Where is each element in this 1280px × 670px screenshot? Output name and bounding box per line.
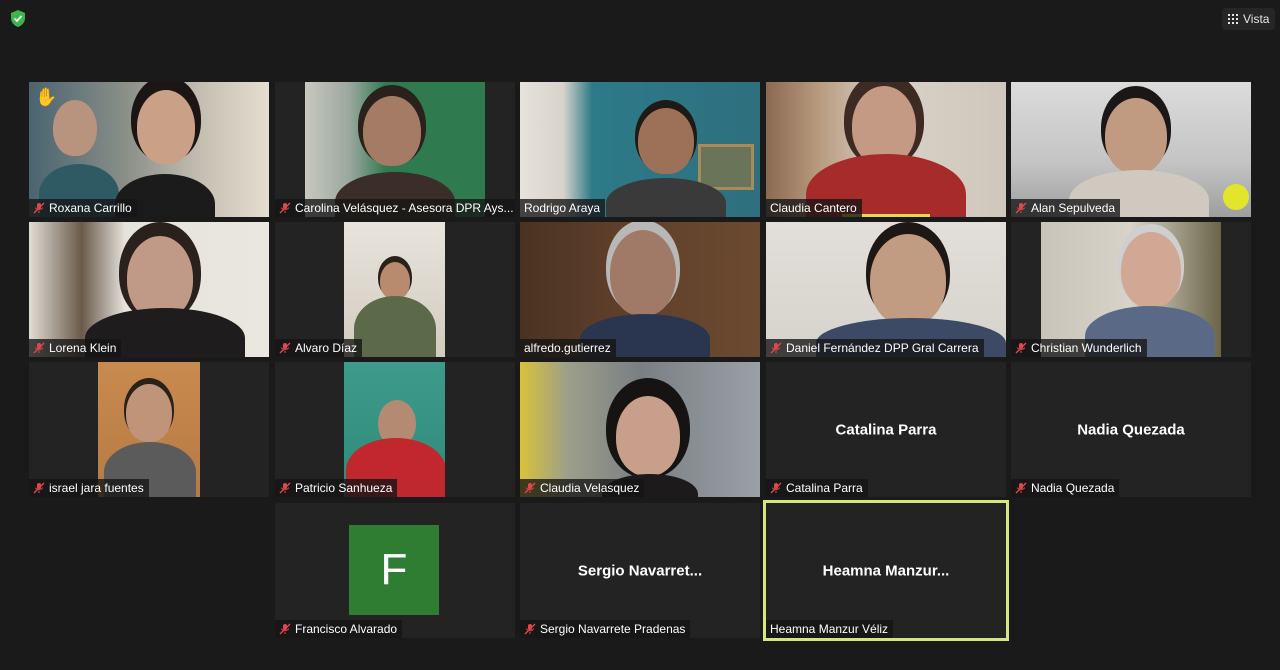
- muted-mic-icon: [1015, 202, 1027, 214]
- participant-video: [1011, 82, 1251, 217]
- participant-tile[interactable]: Alan Sepulveda: [1011, 82, 1251, 217]
- participant-name-label: Christian Wunderlich: [1011, 339, 1147, 357]
- muted-mic-icon: [770, 482, 782, 494]
- participant-name: Catalina Parra: [786, 481, 863, 495]
- participant-name: Carolina Velásquez - Asesora DPR Ays...: [295, 201, 514, 215]
- participant-video: [29, 222, 269, 357]
- participant-video: [29, 82, 269, 217]
- participant-tile[interactable]: Alvaro Díaz: [275, 222, 515, 357]
- participant-tile[interactable]: Catalina Parra Catalina Parra: [766, 362, 1006, 497]
- muted-mic-icon: [1015, 482, 1027, 494]
- top-bar: Vista: [0, 0, 1280, 36]
- participant-name-label: Lorena Klein: [29, 339, 122, 357]
- participant-video: [98, 362, 200, 497]
- participant-name-label: alfredo.gutierrez: [520, 339, 616, 357]
- participant-video: [344, 362, 445, 497]
- muted-mic-icon: [524, 482, 536, 494]
- participant-tile[interactable]: Nadia Quezada Nadia Quezada: [1011, 362, 1251, 497]
- participant-name-label: israel jara fuentes: [29, 479, 149, 497]
- participant-tile[interactable]: israel jara fuentes: [29, 362, 269, 497]
- muted-mic-icon: [279, 482, 291, 494]
- participant-video: [1041, 222, 1221, 357]
- participant-tile[interactable]: Lorena Klein: [29, 222, 269, 357]
- participant-name: Patricio Sanhueza: [295, 481, 393, 495]
- participant-tile[interactable]: Carolina Velásquez - Asesora DPR Ays...: [275, 82, 515, 217]
- muted-mic-icon: [770, 342, 782, 354]
- muted-mic-icon: [524, 623, 536, 635]
- muted-mic-icon: [33, 202, 45, 214]
- muted-mic-icon: [33, 342, 45, 354]
- participant-name: Alan Sepulveda: [1031, 201, 1116, 215]
- participant-name-label: Roxana Carrillo: [29, 199, 137, 217]
- participant-tile[interactable]: Claudia Velasquez: [520, 362, 760, 497]
- muted-mic-icon: [1015, 342, 1027, 354]
- participant-name-label: Patricio Sanhueza: [275, 479, 398, 497]
- participant-name: Claudia Cantero: [770, 201, 857, 215]
- shield-check-icon[interactable]: [10, 10, 26, 27]
- participant-name-label: Alan Sepulveda: [1011, 199, 1121, 217]
- participant-tile[interactable]: Sergio Navarret... Sergio Navarrete Prad…: [520, 503, 760, 638]
- participant-avatar: F: [349, 525, 439, 615]
- participant-name-label: Claudia Cantero: [766, 199, 862, 217]
- participant-tile[interactable]: F Francisco Alvarado: [275, 503, 515, 638]
- participant-name-label: Nadia Quezada: [1011, 479, 1120, 497]
- participant-name: alfredo.gutierrez: [524, 341, 611, 355]
- view-button[interactable]: Vista: [1222, 8, 1276, 30]
- participant-name-label: Alvaro Díaz: [275, 339, 363, 357]
- participant-name: Christian Wunderlich: [1031, 341, 1142, 355]
- participant-name: israel jara fuentes: [49, 481, 144, 495]
- participant-video: [344, 222, 445, 357]
- participant-tile[interactable]: Christian Wunderlich: [1011, 222, 1251, 357]
- participant-display-name: Catalina Parra: [835, 421, 937, 438]
- participant-tile[interactable]: Claudia Cantero: [766, 82, 1006, 217]
- participant-name-label: Heamna Manzur Véliz: [766, 620, 894, 638]
- participant-video: [520, 362, 760, 497]
- participant-video: [766, 222, 1006, 357]
- participant-name-label: Francisco Alvarado: [275, 620, 403, 638]
- participant-display-name: Sergio Navarret...: [577, 562, 703, 579]
- participant-name: Roxana Carrillo: [49, 201, 132, 215]
- participant-name: Francisco Alvarado: [295, 622, 398, 636]
- participant-name: Rodrigo Araya: [524, 201, 601, 215]
- participant-name: Nadia Quezada: [1031, 481, 1115, 495]
- participant-video: [766, 82, 1006, 217]
- participant-name-label: Claudia Velasquez: [520, 479, 645, 497]
- participant-tile[interactable]: Daniel Fernández DPP Gral Carrera: [766, 222, 1006, 357]
- participant-tile[interactable]: alfredo.gutierrez: [520, 222, 760, 357]
- participant-name: Daniel Fernández DPP Gral Carrera: [786, 341, 979, 355]
- muted-mic-icon: [279, 342, 291, 354]
- raised-hand-icon: ✋: [35, 87, 58, 107]
- participant-name-label: Rodrigo Araya: [520, 199, 606, 217]
- view-button-label: Vista: [1243, 12, 1270, 26]
- participant-name: Claudia Velasquez: [540, 481, 640, 495]
- participant-name: Alvaro Díaz: [295, 341, 358, 355]
- participant-video: [520, 82, 760, 217]
- grid-view-icon: [1228, 14, 1238, 24]
- participant-video: [520, 222, 760, 357]
- participant-video: [305, 82, 485, 217]
- participant-name-label: Sergio Navarrete Pradenas: [520, 620, 691, 638]
- participant-name-label: Daniel Fernández DPP Gral Carrera: [766, 339, 984, 357]
- participant-name: Heamna Manzur Véliz: [770, 622, 889, 636]
- participant-name-label: Catalina Parra: [766, 479, 868, 497]
- participant-display-name: Nadia Quezada: [1077, 421, 1185, 438]
- muted-mic-icon: [33, 482, 45, 494]
- participant-tile[interactable]: Rodrigo Araya: [520, 82, 760, 217]
- participant-tile[interactable]: Patricio Sanhueza: [275, 362, 515, 497]
- muted-mic-icon: [279, 623, 291, 635]
- participant-display-name: Heamna Manzur...: [822, 562, 950, 579]
- participant-tile[interactable]: ✋ Roxana Carrillo: [29, 82, 269, 217]
- participant-name-label: Carolina Velásquez - Asesora DPR Ays...: [275, 199, 515, 217]
- participant-tile-active-speaker[interactable]: Heamna Manzur... Heamna Manzur Véliz: [763, 500, 1009, 641]
- muted-mic-icon: [279, 202, 291, 214]
- participant-name: Lorena Klein: [49, 341, 117, 355]
- participant-name: Sergio Navarrete Pradenas: [540, 622, 686, 636]
